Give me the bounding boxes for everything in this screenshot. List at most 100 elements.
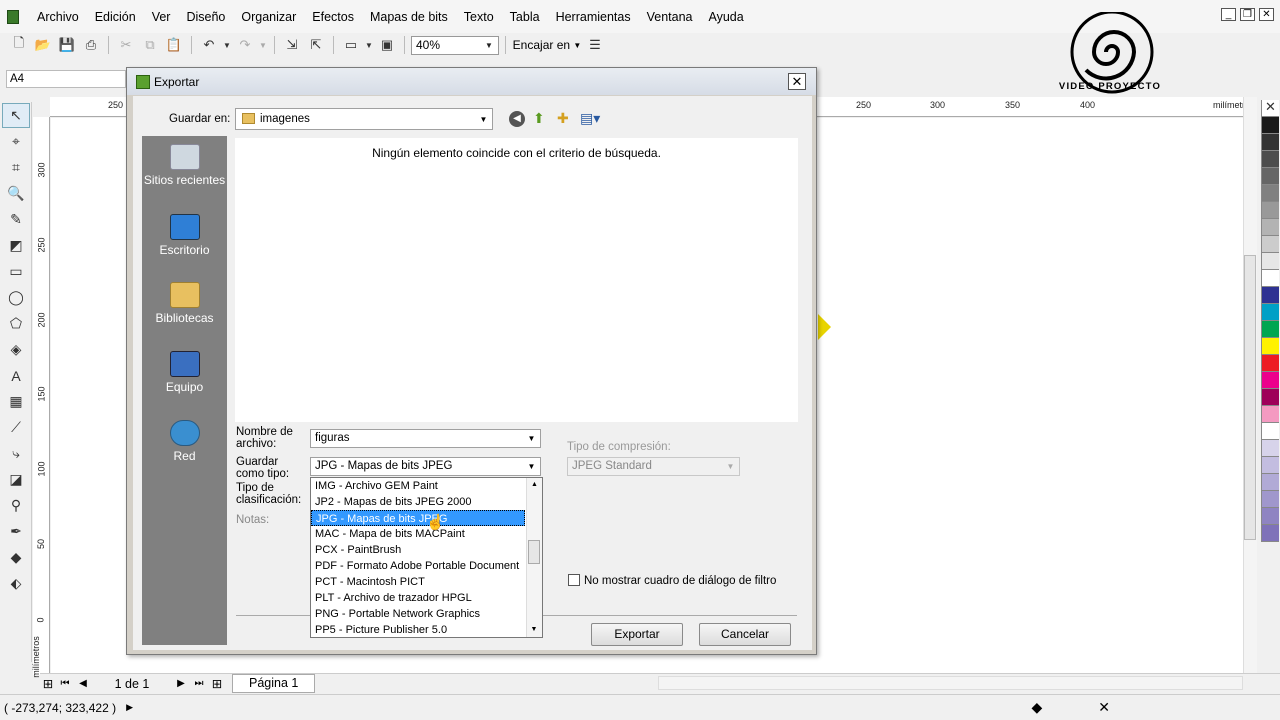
no-color-swatch[interactable]: ✕ (1261, 99, 1279, 117)
place-network[interactable]: Red (142, 420, 227, 463)
filename-field[interactable]: figuras ▼ (310, 429, 541, 448)
menu-mapas-de-bits[interactable]: Mapas de bits (362, 7, 456, 27)
restore-icon[interactable]: ❐ (1240, 8, 1255, 21)
color-swatch[interactable] (1261, 219, 1279, 236)
place-recent[interactable]: Sitios recientes (142, 144, 227, 187)
file-type-option[interactable]: JP2 - Mapas de bits JPEG 2000 (311, 494, 525, 510)
undo-dropdown-icon[interactable]: ▼ (222, 35, 232, 55)
outline-indicator-icon[interactable]: ✕ (1098, 699, 1110, 716)
zoom-tool-icon[interactable]: 🔍 (2, 181, 30, 206)
file-list[interactable]: Ningún elemento coincide con el criterio… (235, 138, 798, 422)
color-swatch[interactable] (1261, 270, 1279, 287)
export-button[interactable]: Exportar (591, 623, 683, 646)
color-swatch[interactable] (1261, 440, 1279, 457)
color-swatch[interactable] (1261, 236, 1279, 253)
fill-tool-icon[interactable]: ◆ (2, 545, 30, 570)
file-type-option[interactable]: MAC - Mapa de bits MACPaint (311, 526, 525, 542)
rectangle-tool-icon[interactable]: ▭ (2, 259, 30, 284)
menu-texto[interactable]: Texto (456, 7, 502, 27)
color-swatch[interactable] (1261, 168, 1279, 185)
file-type-option[interactable]: PCT - Macintosh PICT (311, 574, 525, 590)
application-launcher-icon[interactable]: ▭ (340, 35, 362, 55)
paste-icon[interactable]: 📋 (163, 35, 185, 55)
freehand-tool-icon[interactable]: ✎ (2, 207, 30, 232)
cut-icon[interactable]: ✂ (115, 35, 137, 55)
smart-fill-tool-icon[interactable]: ◩ (2, 233, 30, 258)
color-swatch[interactable] (1261, 253, 1279, 270)
previous-page-icon[interactable]: ◀ (74, 678, 92, 689)
color-swatch[interactable] (1261, 321, 1279, 338)
close-dialog-button[interactable]: ✕ (788, 73, 806, 90)
place-libraries[interactable]: Bibliotecas (142, 282, 227, 325)
table-tool-icon[interactable]: ▦ (2, 389, 30, 414)
print-icon[interactable]: ⎙ (80, 35, 102, 55)
dropdown-scrollbar[interactable]: ▲ ▼ (526, 478, 542, 637)
save-as-type-select[interactable]: JPG - Mapas de bits JPEG ▼ (310, 457, 541, 476)
vertical-ruler[interactable]: 300 250 200 150 100 50 0 milímetros (31, 117, 50, 678)
menu-herramientas[interactable]: Herramientas (548, 7, 639, 27)
add-page-icon[interactable]: ⊞ (208, 676, 226, 691)
last-page-icon[interactable]: ⏭ (190, 678, 208, 689)
crop-tool-icon[interactable]: ⌗ (2, 155, 30, 180)
file-type-option[interactable]: PNG - Portable Network Graphics (311, 606, 525, 622)
minimize-icon[interactable]: _ (1221, 8, 1236, 21)
up-folder-icon[interactable]: ⬆ (533, 110, 545, 127)
expand-status-icon[interactable]: ▶ (126, 702, 133, 713)
file-type-option[interactable]: PDF - Formato Adobe Portable Document (311, 558, 525, 574)
color-swatch[interactable] (1261, 185, 1279, 202)
page-tab[interactable]: Página 1 (232, 674, 316, 693)
file-type-option[interactable]: JPG - Mapas de bits JPEG (311, 510, 525, 526)
scroll-down-icon[interactable]: ▼ (527, 623, 541, 637)
menu-ventana[interactable]: Ventana (639, 7, 701, 27)
page-size-field[interactable]: A4 (6, 70, 126, 88)
text-tool-icon[interactable]: A (2, 363, 30, 388)
open-folder-icon[interactable]: 📂 (32, 35, 54, 55)
horizontal-scrollbar[interactable] (658, 676, 1243, 690)
dropdown-scroll-thumb[interactable] (528, 540, 540, 564)
menu-ayuda[interactable]: Ayuda (700, 7, 751, 27)
outline-pen-tool-icon[interactable]: ✒ (2, 519, 30, 544)
file-type-option[interactable]: IMG - Archivo GEM Paint (311, 478, 525, 494)
menu-ver[interactable]: Ver (144, 7, 179, 27)
fill-indicator-icon[interactable]: ◆ (1031, 699, 1042, 716)
color-swatch[interactable] (1261, 151, 1279, 168)
color-swatch[interactable] (1261, 304, 1279, 321)
full-screen-preview-icon[interactable]: ▣ (376, 35, 398, 55)
launcher-dropdown-icon[interactable]: ▼ (364, 35, 374, 55)
interactive-fill-tool-icon[interactable]: ⬖ (2, 571, 30, 596)
copy-icon[interactable]: ⧉ (139, 35, 161, 55)
redo-dropdown-icon[interactable]: ▼ (258, 35, 268, 55)
undo-icon[interactable]: ↶ (198, 35, 220, 55)
place-computer[interactable]: Equipo (142, 351, 227, 394)
polygon-tool-icon[interactable]: ⬠ (2, 311, 30, 336)
menu-archivo[interactable]: Archivo (29, 7, 87, 27)
new-document-icon[interactable]: 🗋 (8, 35, 30, 55)
scroll-up-icon[interactable]: ▲ (527, 478, 542, 492)
color-swatch[interactable] (1261, 287, 1279, 304)
close-icon[interactable]: ✕ (1259, 8, 1274, 21)
menu-organizar[interactable]: Organizar (233, 7, 304, 27)
menu-dise-o[interactable]: Diseño (178, 7, 233, 27)
file-type-option[interactable]: PCX - PaintBrush (311, 542, 525, 558)
color-swatch[interactable] (1261, 423, 1279, 440)
first-page-icon[interactable]: ⏮ (56, 678, 74, 689)
connector-tool-icon[interactable]: ⤷ (2, 441, 30, 466)
no-filter-dialog-checkbox[interactable] (568, 574, 580, 586)
menu-edici-n[interactable]: Edición (87, 7, 144, 27)
shape-tool-icon[interactable]: ⌖ (2, 129, 30, 154)
menu-efectos[interactable]: Efectos (304, 7, 362, 27)
view-menu-icon[interactable]: ▤▾ (580, 110, 600, 127)
save-icon[interactable]: 💾 (56, 35, 78, 55)
redo-icon[interactable]: ↷ (234, 35, 256, 55)
page-options-icon[interactable]: ⊞ (40, 676, 56, 691)
next-page-icon[interactable]: ▶ (172, 678, 190, 689)
options-icon[interactable]: ☰ (584, 35, 606, 55)
color-swatch[interactable] (1261, 202, 1279, 219)
compression-type-select[interactable]: JPEG Standard ▼ (567, 457, 740, 476)
vertical-scrollbar-thumb[interactable] (1244, 255, 1256, 540)
blend-tool-icon[interactable]: ◪ (2, 467, 30, 492)
pick-tool-icon[interactable]: ↖ (2, 103, 30, 128)
color-swatch[interactable] (1261, 525, 1279, 542)
back-icon[interactable]: ◀ (509, 111, 525, 127)
export-icon[interactable]: ⇱ (305, 35, 327, 55)
